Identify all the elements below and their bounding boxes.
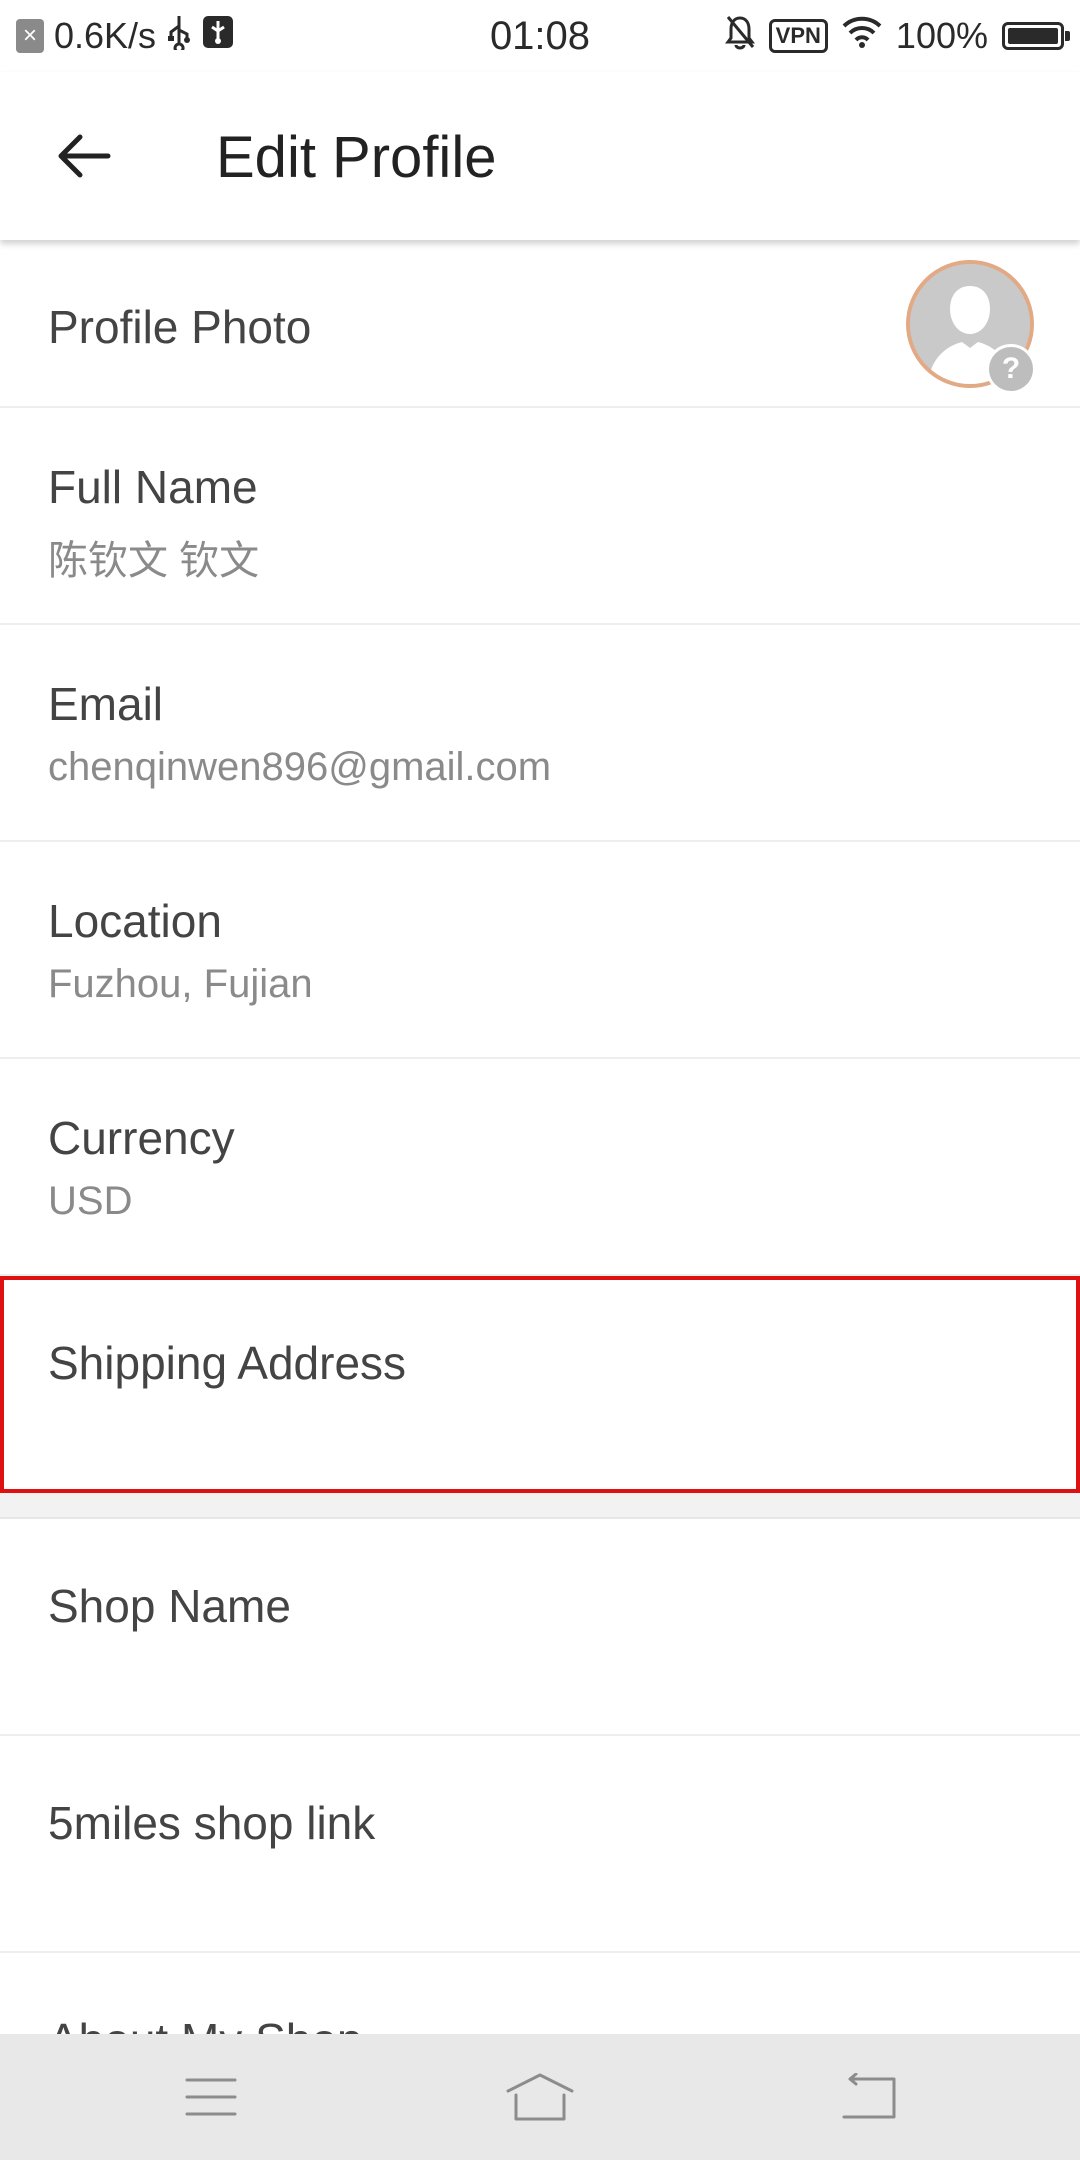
shipping-address-row[interactable]: Shipping Address bbox=[0, 1276, 1080, 1493]
profile-form: Profile Photo ? Full Name 陈钦文 钦文 Email c… bbox=[0, 240, 1080, 2034]
vpn-icon: VPN bbox=[768, 19, 828, 53]
profile-photo-row[interactable]: Profile Photo ? bbox=[0, 240, 1080, 408]
shop-name-row[interactable]: Shop Name bbox=[0, 1519, 1080, 1736]
battery-percent: 100% bbox=[895, 15, 988, 56]
location-label: Location bbox=[48, 895, 222, 947]
menu-button[interactable] bbox=[171, 2062, 251, 2132]
email-value: chenqinwen896@gmail.com bbox=[48, 745, 552, 789]
back-icon bbox=[842, 2073, 896, 2119]
email-row[interactable]: Email chenqinwen896@gmail.com bbox=[0, 625, 1080, 842]
currency-row[interactable]: Currency USD bbox=[0, 1059, 1080, 1276]
currency-label: Currency bbox=[48, 1112, 235, 1164]
arrow-left-icon bbox=[58, 134, 111, 178]
menu-icon bbox=[185, 2078, 237, 2116]
shop-link-row[interactable]: 5miles shop link bbox=[0, 1736, 1080, 1953]
profile-photo-label: Profile Photo bbox=[48, 301, 312, 353]
system-nav-bar bbox=[0, 2034, 1080, 2160]
currency-value: USD bbox=[48, 1179, 133, 1223]
full-name-value: 陈钦文 钦文 bbox=[48, 539, 260, 583]
shop-name-label: Shop Name bbox=[48, 1580, 291, 1632]
page-title: Edit Profile bbox=[216, 125, 497, 190]
location-row[interactable]: Location Fuzhou, Fujian bbox=[0, 842, 1080, 1059]
back-nav-button[interactable] bbox=[828, 2062, 908, 2132]
home-button[interactable] bbox=[500, 2062, 580, 2132]
wifi-icon bbox=[842, 15, 882, 57]
section-divider bbox=[0, 1493, 1080, 1519]
full-name-label: Full Name bbox=[48, 461, 258, 513]
about-shop-label: About My Shop bbox=[48, 2013, 363, 2034]
back-button[interactable] bbox=[50, 122, 118, 190]
shop-link-label: 5miles shop link bbox=[48, 1797, 376, 1849]
status-bar: × 0.6K/s 01:08 VPN 100% bbox=[0, 0, 1080, 72]
status-right: VPN 100% bbox=[724, 14, 1070, 59]
email-label: Email bbox=[48, 678, 164, 730]
full-name-row[interactable]: Full Name 陈钦文 钦文 bbox=[0, 408, 1080, 625]
home-icon bbox=[506, 2073, 574, 2121]
location-value: Fuzhou, Fujian bbox=[48, 962, 313, 1006]
app-bar: Edit Profile bbox=[0, 72, 1080, 240]
battery-icon bbox=[1002, 22, 1070, 50]
shipping-address-label: Shipping Address bbox=[48, 1337, 407, 1389]
help-badge-icon: ? bbox=[986, 344, 1036, 394]
about-shop-row[interactable]: About My Shop bbox=[0, 1953, 1080, 2034]
bell-off-icon bbox=[724, 14, 755, 59]
